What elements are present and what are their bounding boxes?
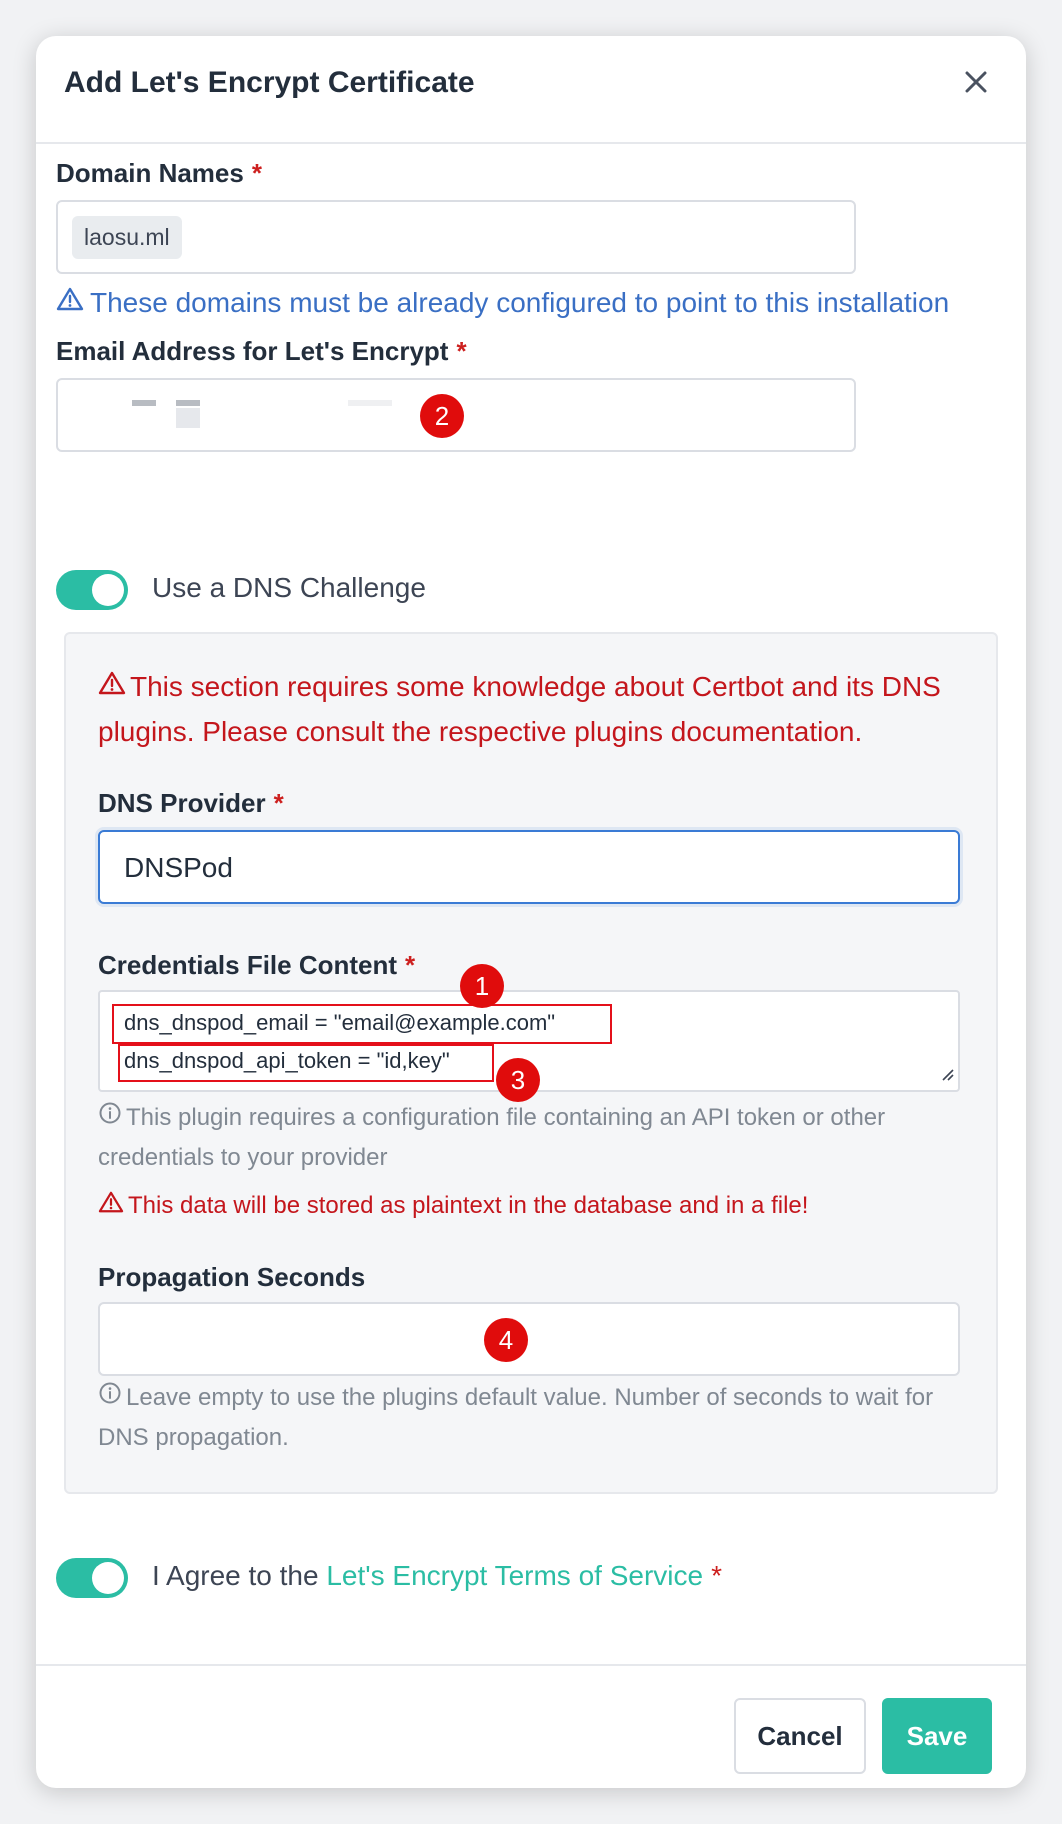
modal-dialog: Add Let's Encrypt Certificate Domain Nam… <box>36 36 1026 1788</box>
domain-names-label: Domain Names * <box>56 158 262 189</box>
propagation-seconds-input[interactable]: 4 <box>98 1302 960 1376</box>
dns-provider-label-text: DNS Provider <box>98 788 266 818</box>
domain-names-input[interactable]: laosu.ml <box>56 200 856 274</box>
dns-challenge-toggle[interactable] <box>56 570 128 610</box>
email-input[interactable]: 2 <box>56 378 856 452</box>
agree-terms-label: I Agree to the Let's Encrypt Terms of Se… <box>152 1560 722 1592</box>
domain-names-label-text: Domain Names <box>56 158 244 188</box>
dns-provider-label: DNS Provider * <box>98 788 284 819</box>
info-circle-icon <box>98 1098 126 1138</box>
required-mark: * <box>273 788 284 818</box>
blurred-email-redaction <box>132 400 392 428</box>
info-circle-icon <box>98 1378 126 1418</box>
required-mark: * <box>711 1560 722 1591</box>
annotation-badge-3: 3 <box>496 1058 540 1102</box>
annotation-box-3 <box>118 1044 494 1082</box>
warning-triangle-icon <box>56 286 90 319</box>
cancel-button[interactable]: Cancel <box>734 1698 866 1774</box>
domain-hint-text: These domains must be already configured… <box>90 286 950 318</box>
modal-header: Add Let's Encrypt Certificate <box>36 36 1026 144</box>
modal-footer: Cancel Save <box>36 1664 1026 1788</box>
required-mark: * <box>456 336 467 366</box>
save-button[interactable]: Save <box>882 1698 992 1774</box>
dns-challenge-label: Use a DNS Challenge <box>152 572 426 603</box>
warning-triangle-icon <box>98 664 130 709</box>
annotation-badge-1: 1 <box>460 964 504 1008</box>
domain-hint: These domains must be already configured… <box>56 286 949 319</box>
agree-terms-toggle[interactable] <box>56 1558 128 1598</box>
email-label: Email Address for Let's Encrypt * <box>56 336 467 367</box>
dns-warning-line1: This section requires some knowledge abo… <box>130 671 941 702</box>
agree-prefix: I Agree to the <box>152 1560 327 1591</box>
credentials-warning-text: This data will be stored as plaintext in… <box>128 1191 809 1219</box>
credentials-label-text: Credentials File Content <box>98 950 398 980</box>
credentials-help-line2: credentials to your provider <box>98 1144 388 1171</box>
propagation-help-line2: DNS propagation. <box>98 1424 289 1451</box>
dns-provider-value: DNSPod <box>124 852 233 883</box>
domain-chip[interactable]: laosu.ml <box>72 216 182 259</box>
dns-warning-line2: plugins. Please consult the respective p… <box>98 716 863 747</box>
resize-grip-icon[interactable] <box>940 1067 954 1086</box>
required-mark: * <box>405 950 416 980</box>
dns-warning: This section requires some knowledge abo… <box>98 664 941 754</box>
credentials-help-line1: This plugin requires a configuration fil… <box>126 1104 886 1131</box>
required-mark: * <box>251 158 262 188</box>
warning-triangle-icon <box>98 1190 128 1221</box>
credentials-warning: This data will be stored as plaintext in… <box>98 1190 808 1221</box>
annotation-badge-2: 2 <box>420 394 464 438</box>
propagation-help: Leave empty to use the plugins default v… <box>98 1378 933 1458</box>
propagation-label: Propagation Seconds <box>98 1262 366 1292</box>
annotation-badge-4: 4 <box>484 1318 528 1362</box>
dns-challenge-panel: This section requires some knowledge abo… <box>64 632 998 1494</box>
credentials-label: Credentials File Content * <box>98 950 415 981</box>
modal-title: Add Let's Encrypt Certificate <box>64 66 475 99</box>
credentials-help: This plugin requires a configuration fil… <box>98 1098 885 1178</box>
propagation-help-line1: Leave empty to use the plugins default v… <box>126 1384 934 1411</box>
email-label-text: Email Address for Let's Encrypt <box>56 336 449 366</box>
terms-of-service-link[interactable]: Let's Encrypt Terms of Service <box>326 1560 703 1591</box>
close-button[interactable] <box>956 64 996 104</box>
close-icon <box>965 71 987 98</box>
annotation-box-1 <box>112 1004 612 1044</box>
dns-provider-select[interactable]: DNSPod <box>98 830 960 904</box>
